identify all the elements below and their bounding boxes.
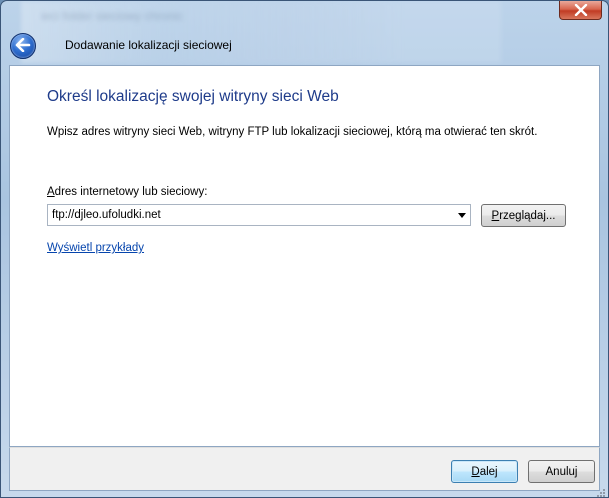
browse-label: rzeglądaj... [499, 209, 556, 222]
view-examples-link[interactable]: Wyświetl przykłady [47, 242, 144, 254]
page-description: Wpisz adres witryny sieci Web, witryny F… [47, 126, 538, 138]
dropdown-arrow-icon[interactable] [453, 205, 470, 225]
footer-bar: Dalej Anuluj [9, 447, 600, 491]
dialog-window: ieci folder sieciowy chronic Dodawanie l… [0, 0, 609, 498]
aero-glass-background: ieci folder sieciowy chronic [21, 1, 501, 63]
address-input[interactable]: ftp://djleo.ufoludki.net [48, 209, 453, 221]
background-ghost-text: ieci folder sieciowy chronic [41, 9, 184, 23]
address-label-accelerator: A [47, 186, 55, 198]
cancel-button[interactable]: Anuluj [528, 460, 595, 483]
resize-grip-icon[interactable] [594, 483, 606, 497]
next-accelerator: D [471, 465, 480, 478]
browse-button[interactable]: Przeglądaj... [481, 204, 566, 227]
next-button[interactable]: Dalej [451, 460, 518, 483]
back-arrow-icon [15, 37, 31, 56]
address-combobox[interactable]: ftp://djleo.ufoludki.net [47, 204, 471, 226]
close-icon [574, 4, 588, 16]
browse-accelerator: P [491, 209, 500, 222]
address-label: Adres internetowy lub sieciowy: [47, 186, 207, 198]
content-panel: Określ lokalizację swojej witryny sieci … [9, 65, 600, 447]
address-label-text: dres internetowy lub sieciowy: [54, 186, 208, 198]
window-title: Dodawanie lokalizacji sieciowej [65, 38, 232, 52]
back-button[interactable] [10, 33, 36, 59]
close-button[interactable] [559, 1, 602, 20]
page-heading: Określ lokalizację swojej witryny sieci … [47, 88, 339, 105]
next-label: alej [479, 465, 498, 478]
